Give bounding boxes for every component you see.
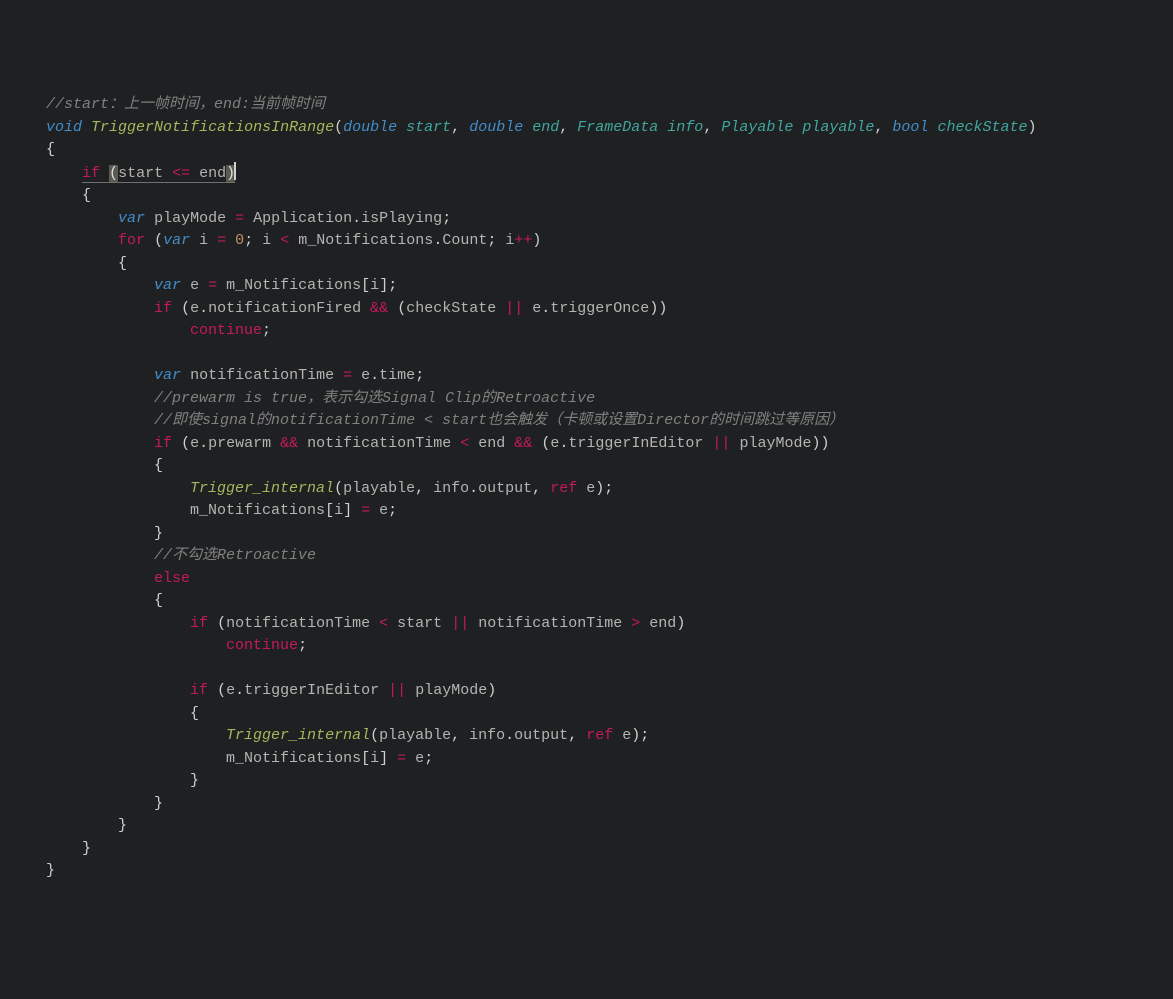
code-line: {	[10, 187, 91, 204]
code-line: for (var i = 0; i < m_Notifications.Coun…	[10, 232, 541, 249]
code-line: void TriggerNotificationsInRange(double …	[10, 119, 1036, 136]
code-line: else	[10, 570, 190, 587]
code-line: continue;	[10, 637, 307, 654]
code-line: }	[10, 840, 91, 857]
code-line: var e = m_Notifications[i];	[10, 277, 397, 294]
code-line: m_Notifications[i] = e;	[10, 750, 433, 767]
code-line: }	[10, 525, 163, 542]
code-line: if (e.notificationFired && (checkState |…	[10, 300, 667, 317]
code-line: if (notificationTime < start || notifica…	[10, 615, 685, 632]
code-line	[10, 345, 19, 362]
code-line: if (e.triggerInEditor || playMode)	[10, 682, 496, 699]
code-editor[interactable]: //start：上一帧时间，end:当前帧时间 void TriggerNoti…	[0, 90, 1173, 887]
code-line	[10, 660, 19, 677]
text-cursor	[234, 162, 236, 180]
code-line: Trigger_internal(playable, info.output, …	[10, 480, 613, 497]
code-line: {	[10, 592, 163, 609]
code-line: //prewarm is true，表示勾选Signal Clip的Retroa…	[10, 390, 595, 407]
code-line: Trigger_internal(playable, info.output, …	[10, 727, 649, 744]
code-line: //不勾选Retroactive	[10, 547, 316, 564]
code-line: m_Notifications[i] = e;	[10, 502, 397, 519]
code-line: {	[10, 457, 163, 474]
code-line: continue;	[10, 322, 271, 339]
code-line: //即使signal的notificationTime < start也会触发（…	[10, 412, 844, 429]
code-line: }	[10, 795, 163, 812]
code-line: }	[10, 817, 127, 834]
code-line: {	[10, 141, 55, 158]
code-line: if (e.prewarm && notificationTime < end …	[10, 435, 829, 452]
code-line: }	[10, 862, 55, 879]
code-line: if (start <= end)	[10, 165, 236, 182]
code-line: //start：上一帧时间，end:当前帧时间	[10, 96, 325, 113]
code-line: {	[10, 255, 127, 272]
code-line: }	[10, 772, 199, 789]
code-line: var playMode = Application.isPlaying;	[10, 210, 451, 227]
code-line: var notificationTime = e.time;	[10, 367, 424, 384]
code-line: {	[10, 705, 199, 722]
